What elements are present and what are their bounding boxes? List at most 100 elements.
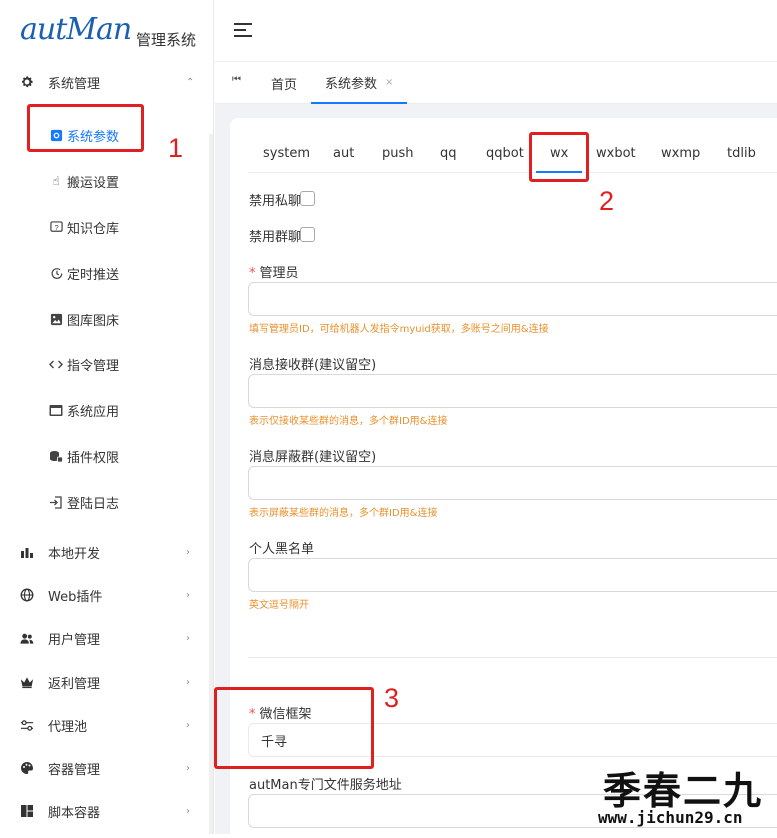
menu-toggle-icon[interactable]	[234, 23, 252, 37]
inner-tab-tdlib[interactable]: tdlib	[727, 146, 756, 161]
crown-icon	[20, 675, 34, 689]
watermark-title: 季春二九	[603, 769, 764, 813]
chevron-right-icon: ›	[186, 632, 190, 644]
sidebar-group-label: 容器管理	[48, 762, 101, 778]
sidebar-item-label: 插件权限	[67, 450, 120, 466]
chevron-right-icon: ›	[186, 719, 190, 731]
admin-hint: 填写管理员ID，可给机器人发指令myuid获取，多账号之间用&连接	[249, 324, 549, 335]
sidebar-item-label: 系统应用	[67, 404, 120, 420]
inner-tab-wxmp[interactable]: wxmp	[661, 146, 700, 161]
globe-icon	[20, 588, 34, 602]
logo-script: autMan	[20, 12, 132, 47]
inner-tabs-line	[248, 172, 777, 173]
sidebar-item-gallery[interactable]: 图库图床	[0, 298, 214, 340]
bar-chart-icon	[20, 545, 34, 559]
annotation-number-2: 2	[599, 186, 615, 216]
close-icon[interactable]: ×	[385, 77, 393, 88]
disable-group-checkbox[interactable]	[300, 227, 315, 242]
sidebar-item-login-log[interactable]: 登陆日志	[0, 481, 214, 523]
svg-text:?: ?	[54, 222, 58, 231]
annotation-box-3	[214, 687, 374, 769]
chevron-right-icon: ›	[186, 676, 190, 688]
annotation-number-1: 1	[168, 133, 184, 163]
msg-block-input[interactable]	[248, 466, 777, 500]
disable-private-label: 禁用私聊	[249, 194, 302, 209]
code-icon	[49, 357, 63, 371]
blacklist-hint: 英文逗号隔开	[249, 600, 309, 611]
inner-tab-aut[interactable]: aut	[333, 146, 354, 161]
annotation-number-3: 3	[384, 683, 400, 713]
sidebar-group-system[interactable]: 系统管理 ⌃	[0, 61, 214, 103]
sidebar-group-label: 用户管理	[48, 632, 101, 648]
chevron-right-icon: ›	[186, 546, 190, 558]
sidebar-group-users[interactable]: 用户管理 ›	[0, 617, 214, 659]
annotation-box-1	[27, 104, 144, 152]
required-mark: *	[249, 266, 256, 281]
database-lock-icon	[49, 449, 63, 463]
blacklist-input[interactable]	[248, 558, 777, 592]
sidebar-item-transfer-settings[interactable]: ☝ 搬运设置	[0, 160, 214, 202]
msg-recv-label: 消息接收群(建议留空)	[249, 358, 377, 373]
sidebar-item-label: 知识仓库	[67, 221, 120, 237]
top-header	[215, 0, 777, 62]
chevron-right-icon: ›	[186, 589, 190, 601]
annotation-box-2	[529, 132, 589, 182]
gear-icon	[20, 75, 34, 89]
grid-icon	[20, 804, 34, 818]
msg-recv-hint: 表示仅接收某些群的消息，多个群ID用&连接	[249, 416, 448, 427]
inner-tab-system[interactable]: system	[263, 146, 310, 161]
sidebar-group-label: 代理池	[48, 719, 88, 735]
chevron-right-icon: ›	[186, 762, 190, 774]
sidebar-group-script-containers[interactable]: 脚本容器 ›	[0, 790, 214, 832]
sidebar-item-plugin-permissions[interactable]: 插件权限	[0, 435, 214, 477]
sidebar-group-rebate[interactable]: 返利管理 ›	[0, 661, 214, 703]
tab-system-params[interactable]: 系统参数 ×	[311, 62, 408, 104]
sidebar-group-label: 系统管理	[48, 76, 101, 92]
inner-tab-push[interactable]: push	[382, 146, 414, 161]
first-tab-icon[interactable]: ⏮	[232, 74, 241, 85]
sidebar-group-web-plugins[interactable]: Web插件 ›	[0, 574, 214, 616]
tab-current-label: 系统参数	[325, 76, 378, 92]
sidebar-item-knowledge[interactable]: ? 知识仓库	[0, 206, 214, 248]
sidebar-group-local-dev[interactable]: 本地开发 ›	[0, 531, 214, 573]
sidebar-item-label: 图库图床	[67, 313, 120, 329]
inner-tab-qq[interactable]: qq	[440, 146, 457, 161]
app-logo: autMan 管理系统	[0, 0, 214, 62]
sidebar-item-label: 定时推送	[67, 267, 120, 283]
chevron-up-icon: ⌃	[186, 76, 195, 88]
window-icon	[49, 403, 63, 417]
sidebar-group-label: Web插件	[48, 589, 103, 605]
image-icon	[49, 312, 63, 326]
inner-tab-wxbot[interactable]: wxbot	[596, 146, 636, 161]
logo-subtitle: 管理系统	[136, 31, 197, 49]
sliders-icon	[20, 718, 34, 732]
sidebar-group-proxy-pool[interactable]: 代理池 ›	[0, 704, 214, 746]
inner-tab-qqbot[interactable]: qqbot	[486, 146, 524, 161]
palette-icon	[20, 761, 34, 775]
sidebar-group-containers[interactable]: 容器管理 ›	[0, 747, 214, 789]
clock-icon	[49, 266, 63, 280]
msg-block-label: 消息屏蔽群(建议留空)	[249, 450, 377, 465]
form-divider	[248, 657, 777, 658]
hand-pointer-icon: ☝	[52, 174, 60, 188]
tab-home[interactable]: 首页	[271, 62, 297, 104]
question-box-icon: ?	[49, 220, 63, 234]
login-icon	[49, 495, 63, 509]
admin-label-text: 管理员	[259, 266, 299, 281]
blacklist-label: 个人黑名单	[249, 542, 315, 557]
sidebar-scrollbar[interactable]	[209, 134, 213, 834]
sidebar-item-scheduled-push[interactable]: 定时推送	[0, 252, 214, 294]
admin-input[interactable]	[248, 282, 777, 316]
tab-home-label: 首页	[271, 77, 298, 93]
disable-group-label: 禁用群聊	[249, 230, 302, 245]
disable-private-checkbox[interactable]	[300, 191, 315, 206]
msg-block-hint: 表示屏蔽某些群的消息，多个群ID用&连接	[249, 508, 438, 519]
sidebar-item-label: 指令管理	[67, 358, 120, 374]
watermark-url: www.jichun29.cn	[598, 808, 743, 827]
msg-recv-input[interactable]	[248, 374, 777, 408]
sidebar-group-label: 返利管理	[48, 676, 101, 692]
sidebar-item-system-apps[interactable]: 系统应用	[0, 389, 214, 431]
sidebar-item-label: 登陆日志	[67, 496, 120, 512]
sidebar-item-commands[interactable]: 指令管理	[0, 343, 214, 385]
sidebar-group-label: 本地开发	[48, 546, 101, 562]
